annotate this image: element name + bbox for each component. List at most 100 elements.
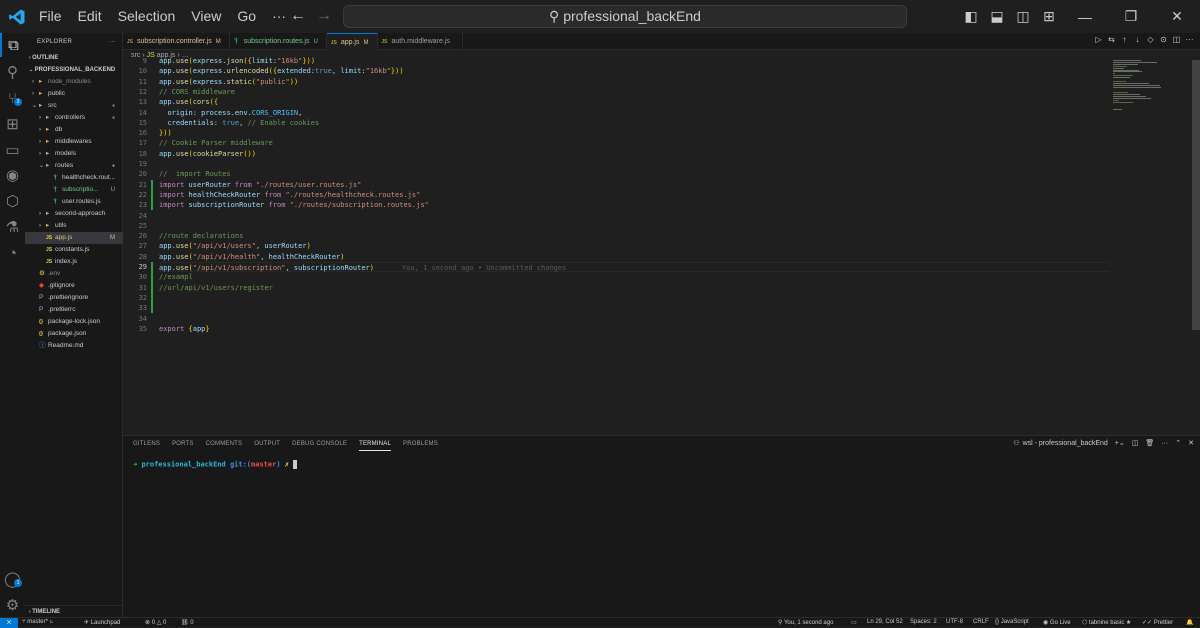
code-line[interactable]: app.use(cookieParser()) (159, 149, 256, 159)
tree-file[interactable]: Ⲯsubscriptio... U (25, 184, 123, 196)
editor-tab[interactable]: JS auth.middleware.js (378, 33, 463, 50)
project-section[interactable]: ⌄ PROFESSIONAL_BACKEND (25, 64, 122, 76)
code-editor[interactable]: 9 app.use(express.json({limit:"16kb"})) 10… (123, 57, 1109, 370)
docker-icon[interactable]: ⬡ (0, 189, 25, 213)
more-actions-icon[interactable]: ··· (1161, 440, 1168, 447)
panel-tab[interactable]: TERMINAL (359, 441, 392, 451)
tree-folder[interactable]: › ▸ db (25, 124, 123, 136)
panel-tab[interactable]: PROBLEMS (403, 441, 438, 451)
tree-file[interactable]: ◆ .gitignore (25, 280, 123, 292)
tree-folder[interactable]: › ▸ public (25, 88, 123, 100)
tree-file[interactable]: ⓘ Readme.md (25, 340, 123, 352)
close-window-icon[interactable]: ✕ (1154, 8, 1200, 25)
go-live-icon[interactable]: ⊙ (1157, 35, 1170, 44)
code-line[interactable]: // import Routes (159, 169, 231, 179)
tree-folder[interactable]: ⌄ ▸ src ● (25, 100, 123, 112)
tree-file[interactable]: ⚙ .env (25, 268, 123, 280)
tree-folder[interactable]: › ▸ utils (25, 220, 123, 232)
code-line[interactable]: origin: process.env.CORS_ORIGIN, (159, 108, 302, 118)
split-terminal-icon[interactable]: ◫ (1132, 439, 1139, 447)
code-line[interactable]: app.use(express.json({limit:"16kb"})) (159, 56, 315, 66)
code-line[interactable]: app.use(express.static("public")) (159, 77, 298, 87)
command-center-search[interactable]: ⚲ professional_backEnd (343, 5, 907, 28)
tree-file[interactable]: JS app.js M (25, 232, 123, 244)
tree-file[interactable]: P .prettierignore (25, 292, 123, 304)
remote-explorer-icon[interactable]: ▭ (0, 138, 25, 162)
close-panel-icon[interactable]: ✕ (1188, 439, 1194, 447)
launchpad-status[interactable]: ✈ Launchpad (84, 619, 120, 626)
extensions-icon[interactable]: ⊞ (0, 112, 25, 136)
testing-icon[interactable]: ⚗ (0, 215, 25, 239)
tabnine-status[interactable]: ⬡ tabnine basic ★ (1082, 619, 1131, 626)
menu-item[interactable]: Edit (70, 0, 110, 33)
code-line[interactable]: //url/api/v1/users/register (159, 283, 273, 293)
run-icon[interactable]: ▷ (1092, 35, 1105, 44)
terminal[interactable]: ➜ professional_backEnd git:(master) ✗ (133, 460, 298, 469)
git-compare-icon[interactable]: ⇆ (1105, 35, 1118, 44)
outline-section[interactable]: › OUTLINE (25, 52, 122, 64)
tree-file[interactable]: Ⲯhealthcheck.rout... (25, 172, 123, 184)
maximize-panel-icon[interactable]: ⌃ (1175, 439, 1181, 447)
go-live-status[interactable]: ◉ Go Live (1043, 619, 1071, 626)
forward-arrow-icon[interactable]: → (316, 7, 332, 25)
code-line[interactable]: app.use("/api/v1/users", userRouter) (159, 241, 311, 251)
minimize-icon[interactable]: — (1062, 9, 1108, 25)
code-line[interactable]: // CORS middleware (159, 87, 235, 97)
code-line[interactable]: app.use(cors({ (159, 97, 218, 107)
toggle-primary-sidebar-icon[interactable]: ◧ (958, 8, 984, 25)
cursor-position[interactable]: Ln 29, Col 52 (867, 619, 903, 625)
settings-gear-icon[interactable]: ⚙ (0, 593, 25, 617)
code-line[interactable]: export {app} (159, 324, 210, 334)
tree-folder[interactable]: › ▸ controllers ● (25, 112, 123, 124)
restore-icon[interactable]: ❐ (1108, 8, 1154, 25)
minimap[interactable] (1113, 60, 1193, 120)
tree-file[interactable]: Ⲯuser.routes.js (25, 196, 123, 208)
tree-folder[interactable]: › ▸ node_modules (25, 76, 123, 88)
customize-layout-icon[interactable]: ⊞ (1036, 8, 1062, 25)
panel-tab[interactable]: GITLENS (133, 441, 160, 451)
code-line[interactable]: //route declarations (159, 231, 243, 241)
panel-tab[interactable]: DEBUG CONSOLE (292, 441, 347, 451)
search-icon[interactable]: ⚲ (0, 60, 25, 84)
toggle-panel-icon[interactable]: ⬓ (984, 8, 1010, 25)
code-line[interactable]: import userRouter from "./routes/user.ro… (159, 180, 361, 190)
back-arrow-icon[interactable]: ← (290, 7, 306, 25)
prettier-status[interactable]: ✓✓ Prettier (1142, 619, 1173, 626)
panel-tab[interactable]: PORTS (172, 441, 194, 451)
source-control-icon[interactable]: ⑂ 3 (0, 86, 25, 110)
new-terminal-icon[interactable]: +⌄ (1115, 439, 1125, 447)
editor-tab[interactable]: JS subscription.controller.js M (123, 33, 230, 50)
tree-file[interactable]: {} package-lock.json (25, 316, 123, 328)
github-icon[interactable]: ◉ (0, 163, 25, 187)
menu-item[interactable]: File (31, 0, 70, 33)
tree-folder[interactable]: › ▸ middlewares (25, 136, 123, 148)
problems-status[interactable]: ⊗ 0 △ 0 (145, 619, 166, 626)
code-line[interactable]: // Cookie Parser middleware (159, 138, 273, 148)
more-actions-icon[interactable]: ··· (109, 33, 116, 52)
more-actions-icon[interactable]: ··· (1183, 35, 1196, 44)
code-line[interactable]: app.use(express.urlencoded({extended:tru… (159, 66, 404, 76)
end-of-line[interactable]: CRLF (973, 619, 989, 625)
indentation[interactable]: Spaces: 2 (910, 619, 937, 625)
code-line[interactable]: })) (159, 128, 172, 138)
tree-file[interactable]: P .prettierrc (25, 304, 123, 316)
notification-icon[interactable]: ▭ (851, 619, 857, 626)
editor-tab[interactable]: JS app.js M (326, 33, 378, 50)
panel-tab[interactable]: COMMENTS (206, 441, 243, 451)
account-icon[interactable]: ◯ 1 (0, 567, 25, 591)
tree-file[interactable]: JS index.js (25, 256, 123, 268)
menu-item[interactable]: View (183, 0, 229, 33)
branch-status[interactable]: ⑂ master* ↻ (22, 619, 53, 625)
panel-tab[interactable]: OUTPUT (254, 441, 280, 451)
bell-icon[interactable]: 🔔 (1186, 619, 1193, 626)
gitlens-icon[interactable]: ◔ (0, 241, 25, 265)
next-change-icon[interactable]: ↓ (1131, 35, 1144, 44)
menu-item[interactable]: Go (229, 0, 264, 33)
tree-folder[interactable]: › ▸ second-approach (25, 208, 123, 220)
tree-folder[interactable]: ⌄ ▸ routes ● (25, 160, 123, 172)
blame-status[interactable]: ⚲ You, 1 second ago (778, 619, 833, 626)
code-line[interactable]: //exampl (159, 272, 193, 282)
encoding[interactable]: UTF-8 (946, 619, 963, 625)
tree-file[interactable]: JS constants.js (25, 244, 123, 256)
code-line[interactable]: import subscriptionRouter from "./routes… (159, 200, 429, 210)
